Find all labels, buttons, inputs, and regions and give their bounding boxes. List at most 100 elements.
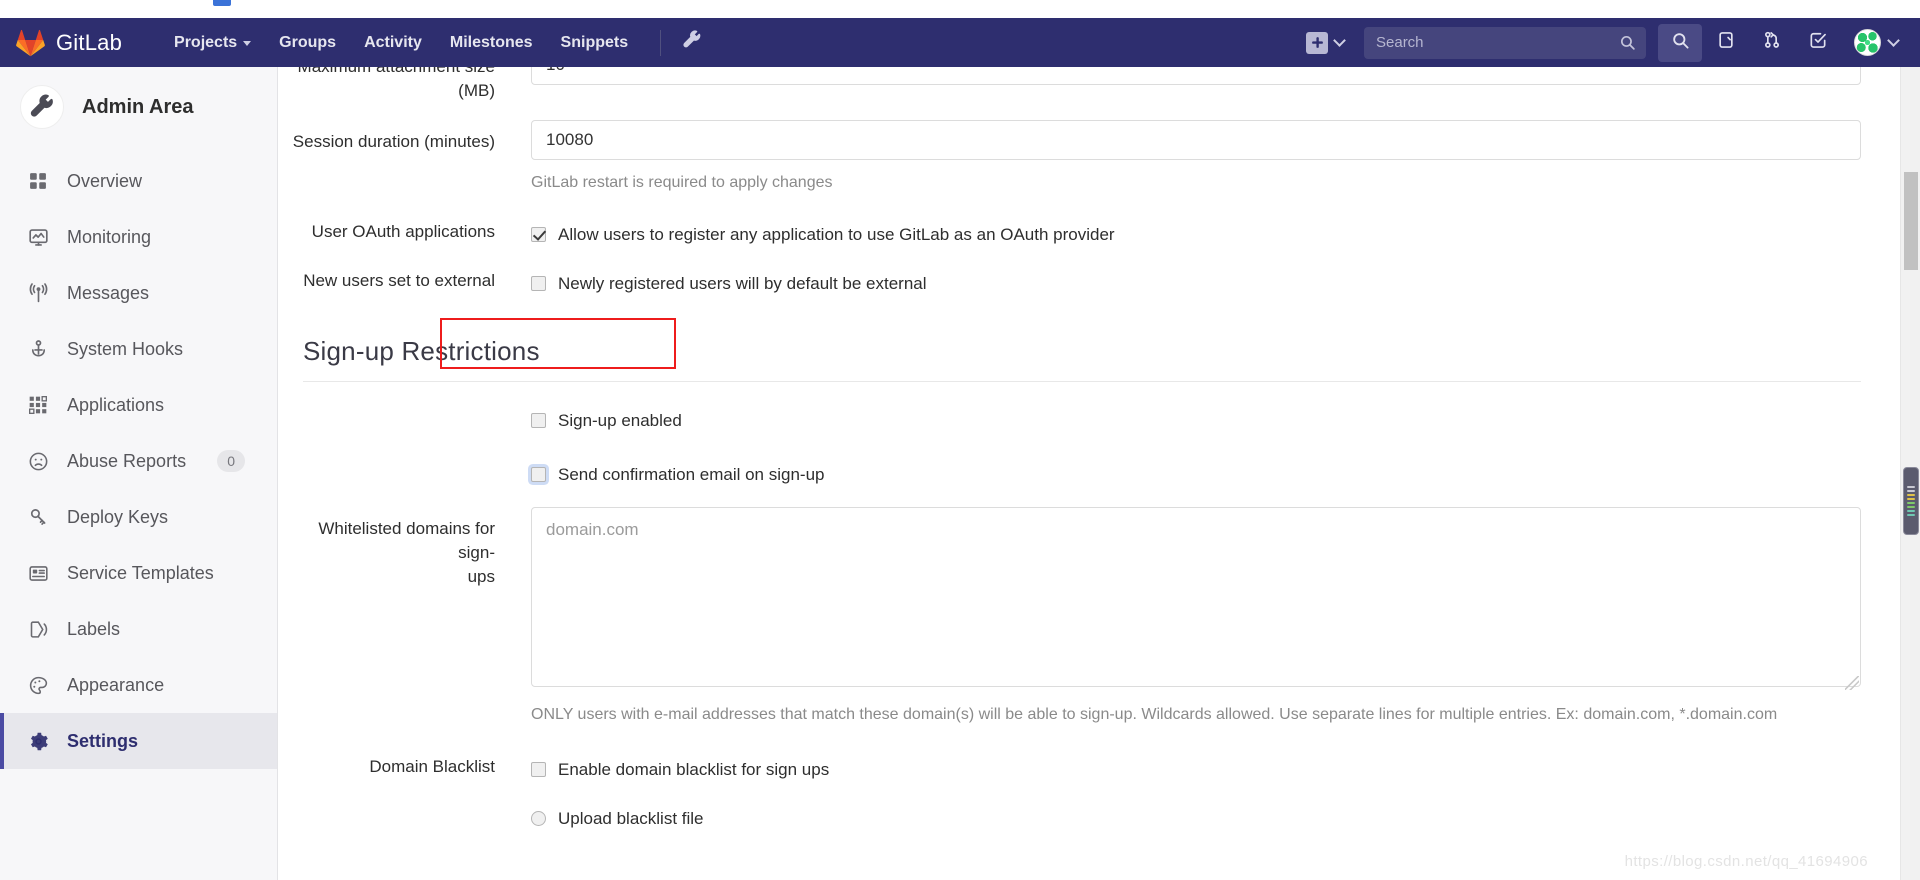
nav-snippets-label: Snippets [560,34,629,51]
chevron-down-icon [243,41,252,46]
session-duration-control: GitLab restart is required to apply chan… [531,120,1909,196]
admin-area-button[interactable] [671,18,713,67]
signup-enabled-checkbox-label: Sign-up enabled [558,411,682,430]
domain-blacklist-enable-row[interactable]: Enable domain blacklist for sign ups [531,749,1861,782]
nav-milestones[interactable]: Milestones [436,18,547,67]
gitlab-tanuki-icon [16,29,45,57]
session-duration-label: Session duration (minutes) [292,132,495,151]
scrollbar-thumb[interactable] [1904,172,1918,270]
field-max-attachment-size: Maximum attachment size (MB) [279,67,1909,103]
confirmation-email-checkbox-row[interactable]: Send confirmation email on sign-up [531,454,1861,487]
whitelisted-domains-label: Whitelisted domains for sign- ups [318,519,495,586]
domain-blacklist-enable-label: Enable domain blacklist for sign ups [558,760,830,779]
oauth-checkbox[interactable] [531,227,546,242]
external-users-control: Newly registered users will by default b… [531,263,1909,296]
nav-activity[interactable]: Activity [350,18,436,67]
plus-icon [1306,31,1328,54]
whitelisted-domains-textarea[interactable] [531,507,1861,687]
section-divider [303,381,1861,382]
sidebar-item-system-hooks[interactable]: System Hooks [0,321,277,377]
signup-enabled-control: Sign-up enabled [531,400,1909,433]
sidebar-item-settings[interactable]: Settings [0,713,277,769]
domain-blacklist-control: Enable domain blacklist for sign ups Upl… [531,749,1909,831]
sidebar-header[interactable]: Admin Area [0,67,277,147]
sidebar-item-abuse-reports[interactable]: Abuse Reports 0 [0,433,277,489]
domain-blacklist-enable-checkbox[interactable] [531,762,546,777]
max-attachment-label: Maximum attachment size (MB) [298,67,495,100]
max-attachment-input[interactable] [531,67,1861,85]
sidebar-item-label: Appearance [67,674,165,695]
sidebar-item-appearance[interactable]: Appearance [0,657,277,713]
max-attachment-control [531,67,1909,85]
broadcast-icon [26,281,50,305]
nav-divider [660,29,662,56]
avatar [1854,29,1881,56]
page-scrollbar[interactable] [1900,67,1920,880]
wrench-icon [682,30,702,55]
external-users-label: New users set to external [303,271,495,290]
field-new-users-external: New users set to external Newly register… [279,263,1909,296]
sidebar-item-messages[interactable]: Messages [0,265,277,321]
nav-projects[interactable]: Projects [160,18,265,67]
sidebar-title: Admin Area [82,95,194,118]
textarea-resize-handle[interactable] [1845,676,1859,690]
search-placeholder: Search [1376,34,1424,51]
domain-blacklist-label: Domain Blacklist [369,757,495,776]
field-domain-blacklist: Domain Blacklist Enable domain blacklist… [279,749,1909,831]
merge-requests-icon [1762,30,1782,55]
sidebar-nav-list: Overview Monitoring Messages System Hook… [0,153,277,769]
sidebar-item-label: Abuse Reports [67,450,187,471]
confirmation-email-checkbox[interactable] [531,467,546,482]
brand-name: GitLab [56,29,123,55]
sidebar-item-service-templates[interactable]: Service Templates [0,545,277,601]
signup-restrictions-section: Sign-up Restrictions [279,336,1909,382]
nav-groups-label: Groups [279,34,337,51]
sidebar-item-labels[interactable]: Labels [0,601,277,657]
signup-enabled-spacer [279,400,531,410]
sidebar-item-label: Monitoring [67,226,152,247]
template-icon [26,561,50,585]
user-menu-button[interactable] [1842,29,1904,56]
top-navbar: GitLab Projects Groups Activity Mileston… [0,18,1920,67]
oauth-checkbox-label: Allow users to register any application … [558,225,1115,244]
sidebar-item-monitoring[interactable]: Monitoring [0,209,277,265]
navbar-merge-requests-button[interactable] [1750,24,1794,62]
todos-icon [1808,30,1828,55]
nav-milestones-label: Milestones [449,34,533,51]
signup-enabled-checkbox-row[interactable]: Sign-up enabled [531,400,1861,433]
gitlab-brand[interactable]: GitLab [16,29,122,57]
signup-enabled-checkbox[interactable] [531,413,546,428]
browser-tab-indicator [213,0,231,6]
nav-groups[interactable]: Groups [265,18,350,67]
sidebar-item-label: Settings [67,730,139,751]
whitelisted-domains-help: ONLY users with e-mail addresses that ma… [531,706,1778,723]
settings-content: Maximum attachment size (MB) Session dur… [279,67,1909,880]
upload-blacklist-label: Upload blacklist file [558,809,704,828]
upload-blacklist-radio[interactable] [531,811,546,826]
navbar-search-toggle[interactable] [1658,23,1702,62]
sidebar-item-label: Overview [67,170,143,191]
sad-face-icon [26,449,50,473]
browser-chrome-strip [0,0,1920,18]
session-duration-input[interactable] [531,120,1861,160]
navbar-issues-button[interactable] [1704,24,1748,62]
oauth-checkbox-row[interactable]: Allow users to register any application … [531,214,1861,247]
field-whitelisted-domains: Whitelisted domains for sign- ups ONLY u… [279,507,1909,728]
chevron-down-icon [1887,34,1900,47]
sidebar-item-label: Messages [67,282,150,303]
new-item-button[interactable] [1298,31,1352,54]
session-duration-help: GitLab restart is required to apply chan… [531,174,833,191]
domain-blacklist-upload-row[interactable]: Upload blacklist file [531,782,1861,831]
chevron-down-icon [1333,34,1346,47]
admin-sidebar: Admin Area Overview Monitoring Messages … [0,67,278,880]
sidebar-item-overview[interactable]: Overview [0,153,277,209]
field-session-duration: Session duration (minutes) GitLab restar… [279,120,1909,196]
external-users-checkbox-row[interactable]: Newly registered users will by default b… [531,263,1861,296]
sidebar-item-applications[interactable]: Applications [0,377,277,433]
navbar-todos-button[interactable] [1796,24,1840,62]
external-users-checkbox[interactable] [531,276,546,291]
search-input[interactable]: Search [1364,26,1646,59]
nav-snippets[interactable]: Snippets [547,18,643,67]
nav-activity-label: Activity [364,34,422,51]
sidebar-item-deploy-keys[interactable]: Deploy Keys [0,489,277,545]
